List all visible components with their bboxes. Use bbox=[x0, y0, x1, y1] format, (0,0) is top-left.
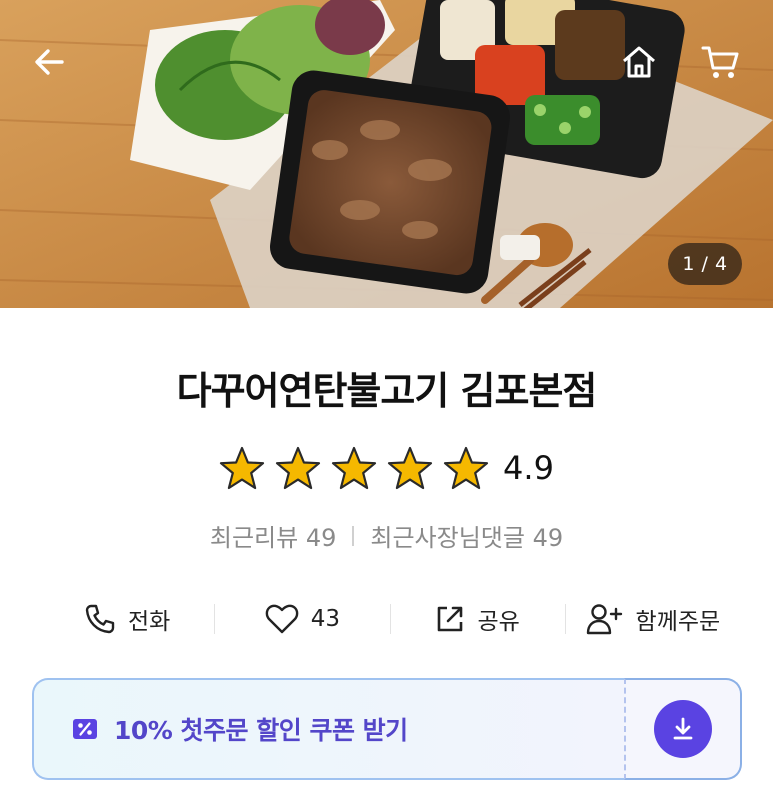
coupon-label: 10% 첫주문 할인 쿠폰 받기 bbox=[114, 716, 408, 745]
star-icon bbox=[387, 446, 433, 490]
call-button[interactable]: 전화 bbox=[40, 594, 214, 644]
share-icon bbox=[438, 606, 463, 632]
heart-icon bbox=[265, 604, 299, 634]
download-icon bbox=[673, 717, 693, 740]
star-icon bbox=[275, 446, 321, 490]
add-user-icon bbox=[586, 604, 622, 635]
rating-row: 4.9 bbox=[0, 446, 773, 490]
rating-value: 4.9 bbox=[503, 449, 554, 487]
recent-reviews-link[interactable]: 최근리뷰 49 bbox=[210, 518, 337, 553]
back-button[interactable] bbox=[26, 38, 74, 86]
divider bbox=[352, 525, 355, 546]
star-icon bbox=[219, 446, 265, 490]
star-icon bbox=[331, 446, 377, 490]
store-name: 다꾸어연탄불고기 김포본점 bbox=[176, 369, 598, 413]
share-label: 공유 bbox=[477, 609, 520, 635]
coupon-download-button[interactable] bbox=[624, 678, 742, 780]
phone-icon bbox=[85, 604, 115, 634]
like-button[interactable]: 43 bbox=[215, 594, 389, 644]
call-label: 전화 bbox=[127, 609, 171, 635]
group-order-label: 함께주문 bbox=[635, 609, 721, 635]
coupon-icon bbox=[73, 719, 97, 739]
action-bar: 전화 43 공유 함께주문 bbox=[40, 594, 740, 644]
hero-image: 1 / 4 bbox=[0, 0, 773, 308]
star-icon bbox=[443, 446, 489, 490]
share-button[interactable]: 공유 bbox=[391, 594, 565, 644]
coupon-banner[interactable]: 10% 첫주문 할인 쿠폰 받기 bbox=[32, 678, 742, 780]
review-summary: 최근리뷰 49 최근사장님댓글 49 bbox=[0, 518, 773, 553]
coupon-main[interactable]: 10% 첫주문 할인 쿠폰 받기 bbox=[32, 678, 624, 780]
home-icon bbox=[623, 46, 655, 78]
image-counter: 1 / 4 bbox=[668, 243, 742, 285]
like-count: 43 bbox=[310, 606, 341, 632]
owner-replies-link[interactable]: 최근사장님댓글 49 bbox=[370, 518, 563, 553]
group-order-button[interactable]: 함께주문 bbox=[566, 594, 740, 644]
cart-button[interactable] bbox=[696, 38, 744, 86]
rating-stars bbox=[219, 446, 489, 490]
arrow-left-icon bbox=[35, 49, 64, 75]
home-button[interactable] bbox=[615, 38, 663, 86]
download-button-circle[interactable] bbox=[654, 700, 712, 758]
cart-icon bbox=[701, 46, 739, 78]
